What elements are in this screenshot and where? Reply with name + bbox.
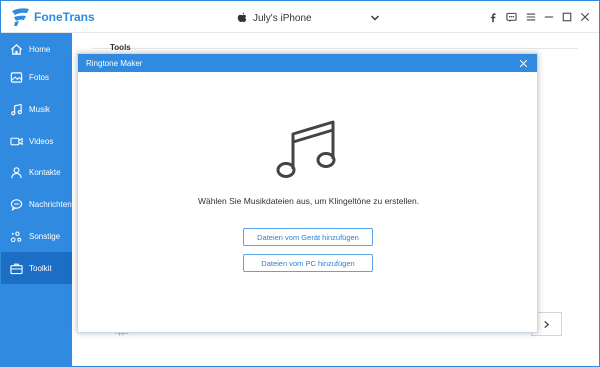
sidebar-item-label: Nachrichten	[29, 199, 72, 209]
sidebar-item-label: Musik	[29, 104, 50, 114]
music-icon	[9, 102, 23, 116]
contacts-icon	[9, 165, 23, 179]
ringtone-maker-dialog: Ringtone Maker Wählen Sie Musikdateien a…	[77, 53, 538, 333]
video-icon	[9, 134, 23, 148]
home-icon	[9, 42, 23, 56]
dialog-message: Wählen Sie Musikdateien aus, um Klingelt…	[197, 196, 420, 206]
sidebar-item-kontakte[interactable]: Kontakte	[1, 156, 72, 188]
sidebar-item-label: Toolkit	[29, 263, 52, 273]
add-from-pc-button[interactable]: Dateien vom PC hinzufügen	[243, 254, 373, 272]
fonetrans-logo-icon	[12, 8, 29, 26]
title-bar: FoneTrans July's iPhone	[1, 1, 599, 33]
sidebar: Home Fotos Musik Videos Kontakte Nachric…	[1, 33, 72, 367]
sidebar-item-musik[interactable]: Musik	[1, 93, 72, 125]
maximize-icon[interactable]	[560, 10, 574, 24]
toolkit-icon	[9, 261, 23, 275]
sidebar-item-label: Fotos	[29, 72, 50, 82]
section-title: Tools	[110, 43, 131, 52]
close-icon[interactable]	[578, 10, 592, 24]
sidebar-item-fotos[interactable]: Fotos	[1, 61, 72, 93]
dialog-title: Ringtone Maker	[86, 58, 143, 68]
add-from-device-button[interactable]: Dateien vom Gerät hinzufügen	[243, 228, 373, 246]
photo-icon	[9, 70, 23, 84]
feedback-icon[interactable]	[504, 10, 518, 24]
sidebar-item-videos[interactable]: Videos	[1, 125, 72, 157]
sidebar-item-label: Videos	[29, 136, 54, 146]
menu-icon[interactable]	[524, 10, 538, 24]
sidebar-item-toolkit[interactable]: Toolkit	[1, 252, 72, 284]
messages-icon	[9, 197, 23, 211]
chevron-down-icon	[370, 15, 379, 21]
app-title: FoneTrans	[34, 10, 95, 24]
other-icon	[9, 229, 23, 243]
apple-icon	[237, 12, 247, 22]
chevron-right-icon	[544, 320, 550, 328]
sidebar-item-label: Kontakte	[29, 167, 61, 177]
dialog-header: Ringtone Maker	[78, 54, 537, 72]
app-window: FoneTrans July's iPhone Home Fotos Musik…	[0, 0, 600, 367]
device-name: July's iPhone	[253, 12, 312, 24]
sidebar-item-sonstige[interactable]: Sonstige	[1, 220, 72, 252]
music-note-icon	[276, 120, 336, 178]
dialog-close-icon[interactable]	[517, 57, 529, 69]
minimize-icon[interactable]	[542, 10, 556, 24]
sidebar-item-nachrichten[interactable]: Nachrichten	[1, 188, 72, 220]
section-divider	[93, 48, 578, 49]
sidebar-item-label: Home	[29, 44, 51, 54]
facebook-icon[interactable]	[486, 10, 500, 24]
sidebar-item-label: Sonstige	[29, 231, 61, 241]
device-selector[interactable]: July's iPhone	[237, 9, 380, 27]
